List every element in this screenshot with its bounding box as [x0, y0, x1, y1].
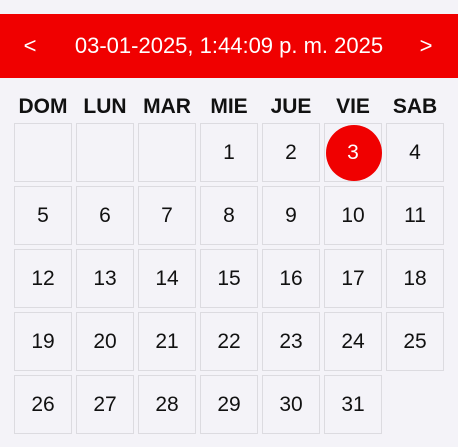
weekday-label-sab: SAB: [392, 95, 438, 118]
day-cell[interactable]: 15: [200, 249, 258, 308]
day-cell[interactable]: 4: [386, 123, 444, 182]
day-number: 2: [285, 141, 297, 164]
weekday-label-mar: MAR: [143, 95, 191, 118]
day-number: 14: [155, 267, 179, 290]
day-cell[interactable]: 19: [14, 312, 72, 371]
day-number: 20: [93, 330, 117, 353]
weekday-label-dom: DOM: [18, 95, 68, 118]
day-number: 11: [404, 204, 426, 227]
day-cell[interactable]: 26: [14, 375, 72, 434]
day-number: 25: [403, 330, 427, 353]
day-number: 6: [99, 204, 111, 227]
day-number: 26: [31, 393, 55, 416]
day-number: 23: [279, 330, 303, 353]
day-cell[interactable]: 21: [138, 312, 196, 371]
calendar-header: < 03-01-2025, 1:44:09 p. m. 2025 >: [0, 14, 458, 78]
day-cell[interactable]: 18: [386, 249, 444, 308]
day-number: 8: [223, 204, 235, 227]
next-month-button[interactable]: >: [406, 14, 446, 78]
day-number: 10: [341, 204, 365, 227]
day-number: 15: [217, 267, 241, 290]
day-number: 24: [341, 330, 365, 353]
day-cell[interactable]: 6: [76, 186, 134, 245]
day-cell[interactable]: 12: [14, 249, 72, 308]
day-number: 17: [341, 267, 365, 290]
day-cell[interactable]: 10: [324, 186, 382, 245]
day-cell[interactable]: 8: [200, 186, 258, 245]
day-number: 16: [279, 267, 303, 290]
day-cell[interactable]: 7: [138, 186, 196, 245]
day-number: 18: [403, 267, 427, 290]
selected-day-cell[interactable]: 3: [324, 123, 382, 182]
day-number: 19: [31, 330, 55, 353]
weekday-label-jue: JUE: [270, 95, 312, 118]
day-cell[interactable]: 29: [200, 375, 258, 434]
empty-day-cell: [14, 123, 72, 182]
day-number: 9: [285, 204, 297, 227]
day-number: 28: [155, 393, 179, 416]
day-cell[interactable]: 14: [138, 249, 196, 308]
day-number: 4: [409, 141, 421, 164]
day-cell[interactable]: 31: [324, 375, 382, 434]
day-number: 1: [223, 141, 235, 164]
empty-day-cell: [76, 123, 134, 182]
day-cell[interactable]: 24: [324, 312, 382, 371]
day-number: 13: [93, 267, 117, 290]
weekday-label-vie: VIE: [336, 95, 370, 118]
day-cell[interactable]: 22: [200, 312, 258, 371]
weekday-label-mie: MIE: [210, 95, 248, 118]
day-cell[interactable]: 5: [14, 186, 72, 245]
calendar-widget: < 03-01-2025, 1:44:09 p. m. 2025 > DOM L…: [0, 0, 458, 447]
weekday-label-lun: LUN: [83, 95, 127, 118]
day-number: 5: [37, 204, 49, 227]
day-number: 29: [217, 393, 241, 416]
day-number: 22: [217, 330, 241, 353]
day-number: 31: [341, 393, 365, 416]
day-number: 7: [161, 204, 173, 227]
day-cell[interactable]: 23: [262, 312, 320, 371]
day-grid: 1 2 3 4 5 6 7 8 9 10 11 12 13 14 15 16 1…: [12, 121, 446, 436]
day-cell[interactable]: 11: [386, 186, 444, 245]
empty-day-cell: [138, 123, 196, 182]
day-cell[interactable]: 1: [200, 123, 258, 182]
day-number: 27: [93, 393, 117, 416]
day-cell[interactable]: 13: [76, 249, 134, 308]
day-cell[interactable]: 30: [262, 375, 320, 434]
day-cell[interactable]: 2: [262, 123, 320, 182]
day-number: 30: [279, 393, 303, 416]
day-cell[interactable]: 25: [386, 312, 444, 371]
day-number: 12: [31, 267, 55, 290]
day-cell[interactable]: 17: [324, 249, 382, 308]
day-number: 3: [347, 141, 359, 164]
day-number: 21: [155, 330, 179, 353]
weekday-row: DOM LUN MAR MIE JUE VIE SAB: [12, 90, 446, 124]
calendar-title: 03-01-2025, 1:44:09 p. m. 2025: [74, 33, 384, 58]
day-cell[interactable]: 16: [262, 249, 320, 308]
day-cell[interactable]: 20: [76, 312, 134, 371]
day-cell[interactable]: 9: [262, 186, 320, 245]
day-cell[interactable]: 28: [138, 375, 196, 434]
day-cell[interactable]: 27: [76, 375, 134, 434]
